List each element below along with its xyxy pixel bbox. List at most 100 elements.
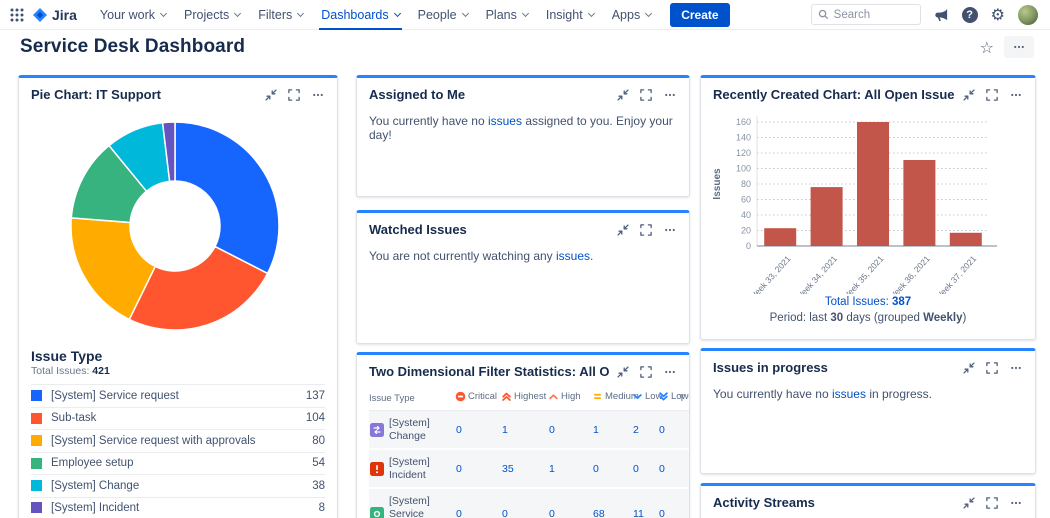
minimize-gadget-icon[interactable] xyxy=(617,224,629,236)
stat-value-link[interactable]: 68 xyxy=(593,508,605,518)
nav-item-insight[interactable]: Insight xyxy=(537,0,603,30)
total-issues-link[interactable]: Total Issues: 387 xyxy=(701,296,1035,308)
chevron-down-icon xyxy=(588,9,595,16)
nav-item-apps[interactable]: Apps xyxy=(603,0,661,30)
bar[interactable] xyxy=(811,187,843,246)
stat-value-link[interactable]: 2 xyxy=(633,424,639,436)
stat-value-link[interactable]: 0 xyxy=(633,463,639,475)
legend-label: Sub-task xyxy=(51,412,306,424)
table-row: [System] Service request00068110 xyxy=(369,488,690,518)
stat-value-link[interactable]: 35 xyxy=(502,463,514,475)
help-icon[interactable]: ? xyxy=(962,7,978,23)
minimize-gadget-icon[interactable] xyxy=(265,89,277,101)
issue-type-cell[interactable]: [System] Service request xyxy=(369,488,455,518)
gadget-more-icon[interactable] xyxy=(1009,89,1023,101)
create-button[interactable]: Create xyxy=(670,3,729,27)
column-header-critical[interactable]: Critical xyxy=(455,387,501,411)
stat-value-link[interactable]: 0 xyxy=(456,508,462,518)
stat-cell: 1 xyxy=(548,449,592,488)
settings-icon[interactable]: ⚙ xyxy=(991,7,1005,23)
minimize-gadget-icon[interactable] xyxy=(617,89,629,101)
star-favorite-icon[interactable]: ☆ xyxy=(980,38,994,57)
gadget-more-icon[interactable] xyxy=(311,89,325,101)
app-switcher-icon[interactable] xyxy=(10,8,24,22)
nav-item-your-work[interactable]: Your work xyxy=(91,0,175,30)
minimize-gadget-icon[interactable] xyxy=(617,366,629,378)
watched-empty-message: You are not currently watching any issue… xyxy=(369,249,677,263)
stat-cell: 68 xyxy=(592,488,632,518)
issues-link[interactable]: issues xyxy=(556,249,590,263)
chevron-down-icon xyxy=(297,9,304,16)
maximize-gadget-icon[interactable] xyxy=(288,89,300,101)
legend-label: [System] Service request with approvals xyxy=(51,435,312,447)
stat-value-link[interactable]: 0 xyxy=(659,508,665,518)
column-header-highest[interactable]: Highest xyxy=(501,387,548,411)
stat-value-link[interactable]: 0 xyxy=(456,424,462,436)
stat-value-link[interactable]: 0 xyxy=(659,463,665,475)
maximize-gadget-icon[interactable] xyxy=(986,89,998,101)
svg-text:140: 140 xyxy=(736,133,751,143)
column-header-lowest[interactable]: Lowest xyxy=(658,387,679,411)
stat-value-link[interactable]: 0 xyxy=(549,424,555,436)
stat-value-link[interactable]: 0 xyxy=(502,508,508,518)
gadget-title: Watched Issues xyxy=(369,222,467,237)
stat-value-link[interactable]: 0 xyxy=(549,508,555,518)
column-header-medium[interactable]: Medium xyxy=(592,387,632,411)
gadget-assigned-to-me: Assigned to Me You currently have no iss… xyxy=(356,75,690,197)
gadget-more-icon[interactable] xyxy=(663,89,677,101)
column-header-issue-type[interactable]: Issue Type xyxy=(369,387,455,411)
gadget-actions xyxy=(963,89,1023,101)
maximize-gadget-icon[interactable] xyxy=(640,89,652,101)
bar[interactable] xyxy=(764,228,796,246)
user-avatar[interactable] xyxy=(1018,5,1038,25)
stat-value-link[interactable]: 1 xyxy=(502,424,508,436)
maximize-gadget-icon[interactable] xyxy=(986,497,998,509)
dashboard-more-button[interactable] xyxy=(1004,36,1034,58)
issues-link[interactable]: issues xyxy=(488,114,522,128)
stat-value-link[interactable]: 0 xyxy=(593,463,599,475)
gadget-more-icon[interactable] xyxy=(663,224,677,236)
legend-label: [System] Service request xyxy=(51,390,306,402)
minimize-gadget-icon[interactable] xyxy=(963,89,975,101)
nav-item-projects[interactable]: Projects xyxy=(175,0,249,30)
stat-value-link[interactable]: 11 xyxy=(633,508,644,518)
legend-row: [System] Service request with approvals8… xyxy=(31,429,325,452)
search-input[interactable] xyxy=(834,9,914,21)
gadget-more-icon[interactable] xyxy=(1009,497,1023,509)
issue-type-cell[interactable]: [System] Incident xyxy=(369,449,455,488)
announcements-icon[interactable] xyxy=(934,7,949,22)
stat-value-link[interactable]: 0 xyxy=(659,424,665,436)
column-header-high[interactable]: High xyxy=(548,387,592,411)
gadget-more-icon[interactable] xyxy=(1009,362,1023,374)
jira-logo[interactable]: Jira xyxy=(32,7,77,23)
bar[interactable] xyxy=(903,160,935,246)
stat-value-link[interactable]: 1 xyxy=(593,424,599,436)
svg-text:80: 80 xyxy=(741,179,751,189)
nav-item-people[interactable]: People xyxy=(409,0,477,30)
bar[interactable] xyxy=(857,122,889,246)
maximize-gadget-icon[interactable] xyxy=(640,366,652,378)
issue-type-cell[interactable]: [System] Change xyxy=(369,411,455,450)
gadget-activity-streams: Activity Streams xyxy=(700,483,1036,518)
column-header-low[interactable]: Low xyxy=(632,387,658,411)
nav-item-plans[interactable]: Plans xyxy=(477,0,537,30)
minimize-gadget-icon[interactable] xyxy=(963,497,975,509)
minimize-gadget-icon[interactable] xyxy=(963,362,975,374)
stat-value-link[interactable]: 1 xyxy=(549,463,555,475)
priority-critical-icon xyxy=(455,391,466,402)
gadget-actions xyxy=(963,362,1023,374)
nav-item-filters[interactable]: Filters xyxy=(249,0,312,30)
maximize-gadget-icon[interactable] xyxy=(640,224,652,236)
nav-item-dashboards[interactable]: Dashboards xyxy=(312,0,408,30)
maximize-gadget-icon[interactable] xyxy=(986,362,998,374)
legend-row: Sub-task104 xyxy=(31,407,325,430)
search-box[interactable] xyxy=(811,4,921,25)
issues-link[interactable]: issues xyxy=(832,387,866,401)
gadget-more-icon[interactable] xyxy=(663,366,677,378)
bar[interactable] xyxy=(950,233,982,246)
priority-high-icon xyxy=(548,391,559,402)
stat-value-link[interactable]: 0 xyxy=(456,463,462,475)
pie-slice[interactable] xyxy=(175,122,279,273)
legend-color-chip xyxy=(31,390,42,401)
legend-color-chip xyxy=(31,458,42,469)
